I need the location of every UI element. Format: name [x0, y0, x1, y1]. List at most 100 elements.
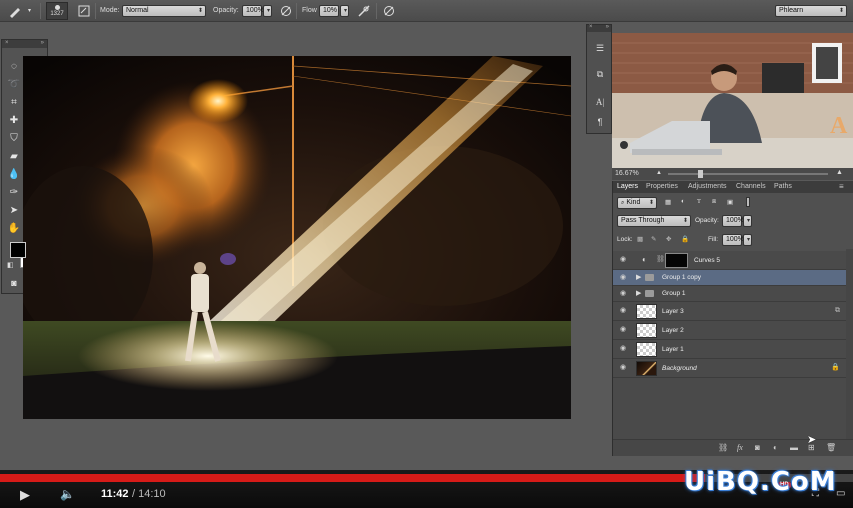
flow-dropdown[interactable]: ▾ — [340, 5, 349, 17]
tab-channels[interactable]: Channels — [736, 181, 766, 193]
visibility-eye-icon[interactable]: ◉ — [620, 290, 629, 298]
healing-brush-tool-icon[interactable]: ✚ — [7, 114, 21, 128]
visibility-eye-icon[interactable]: ◉ — [620, 326, 629, 334]
layer-thumbnail[interactable] — [636, 323, 657, 338]
new-group-icon[interactable]: ▬ — [790, 443, 798, 452]
layer-name[interactable]: Group 1 — [662, 286, 686, 302]
layer-name[interactable]: Layer 2 — [662, 321, 684, 340]
airbrush-icon[interactable] — [358, 0, 370, 22]
layer-row-layer-2[interactable]: ◉ Layer 2 — [613, 321, 846, 340]
layer-name[interactable]: Group 1 copy — [662, 270, 701, 286]
tool-preset-arrow[interactable]: ▾ — [28, 0, 31, 22]
layer-row-group-1-copy[interactable]: ◉ ▶ Group 1 copy — [613, 270, 846, 286]
add-mask-icon[interactable]: ◙ — [755, 443, 760, 452]
lock-all-icon[interactable]: 🔒 — [681, 235, 689, 243]
panel-menu-icon[interactable]: ≡ — [839, 181, 844, 193]
delete-layer-icon[interactable]: 🗑 — [826, 443, 836, 452]
lasso-tool-icon[interactable]: ➰ — [7, 78, 21, 92]
paragraph-panel-icon[interactable]: ¶ — [593, 115, 607, 129]
clone-source-icon[interactable]: ⧉ — [593, 67, 607, 81]
collapse-icon[interactable]: » — [41, 40, 44, 46]
layer-name[interactable]: Background — [662, 359, 697, 378]
default-colors-icon[interactable]: ◧ — [7, 261, 14, 269]
hand-tool-icon[interactable]: ✋ — [7, 222, 21, 236]
layer-row-background[interactable]: ◉ Background 🔒 — [613, 359, 846, 378]
zoom-level[interactable]: 16.67% — [615, 170, 639, 177]
fill-dropdown[interactable]: ▾ — [743, 234, 752, 246]
disclosure-triangle-icon[interactable]: ▶ — [636, 273, 641, 281]
filter-adjustment-icon[interactable]: ◐ — [681, 198, 685, 205]
character-panel-icon[interactable]: A| — [593, 95, 607, 109]
link-layers-icon[interactable]: ⛓ — [718, 443, 728, 452]
brush-preset-picker[interactable]: 1327 — [46, 2, 68, 20]
play-button[interactable]: ▶ — [20, 487, 30, 503]
blend-mode-select[interactable]: Pass Through ⬍ — [617, 215, 691, 227]
opacity-dropdown[interactable]: ▾ — [263, 5, 272, 17]
filter-shape-icon[interactable]: ⧈ — [712, 198, 716, 206]
close-icon[interactable]: × — [5, 40, 9, 46]
layer-thumbnail[interactable] — [636, 342, 657, 357]
tool-presets-icon[interactable]: ☰ — [593, 41, 607, 55]
dock-header[interactable]: × » — [587, 24, 611, 32]
lock-position-icon[interactable]: ✥ — [666, 235, 671, 243]
layer-style-fx-icon[interactable]: fx — [737, 443, 743, 452]
document-canvas[interactable] — [23, 56, 571, 419]
brush-tool-icon[interactable] — [8, 0, 22, 22]
zoom-out-icon[interactable]: ▲ — [656, 170, 662, 176]
disclosure-triangle-icon[interactable]: ▶ — [636, 289, 641, 297]
workspace-switcher[interactable]: Phlearn ⬍ — [775, 5, 847, 17]
tab-layers[interactable]: Layers — [617, 181, 638, 193]
marquee-tool-icon[interactable]: ◌ — [7, 60, 21, 74]
layer-name[interactable]: Curves 5 — [694, 251, 720, 270]
visibility-eye-icon[interactable]: ◉ — [620, 307, 629, 315]
lock-transparency-icon[interactable]: ▩ — [637, 235, 643, 243]
mode-select[interactable]: Normal ⬍ — [122, 5, 206, 17]
tab-adjustments[interactable]: Adjustments — [688, 181, 727, 193]
visibility-eye-icon[interactable]: ◉ — [620, 274, 629, 282]
close-icon[interactable]: × — [589, 24, 593, 30]
background-thumbnail[interactable] — [636, 361, 657, 376]
visibility-eye-icon[interactable]: ◉ — [620, 364, 629, 372]
lock-pixels-icon[interactable]: ✎ — [651, 235, 656, 243]
filter-type-icon[interactable]: T — [697, 198, 701, 205]
expand-icon[interactable]: ▭ — [836, 488, 845, 499]
visibility-eye-icon[interactable]: ◉ — [620, 345, 629, 353]
link-icon[interactable]: ⛓ — [656, 255, 665, 263]
layer-opacity-dropdown[interactable]: ▾ — [743, 215, 752, 227]
pressure-size-icon[interactable] — [383, 0, 395, 22]
layer-mask-thumbnail[interactable] — [665, 253, 688, 268]
blur-tool-icon[interactable]: 💧 — [7, 168, 21, 182]
eraser-tool-icon[interactable]: ▰ — [7, 150, 21, 164]
zoom-slider[interactable] — [668, 170, 828, 178]
layer-row-group-1[interactable]: ◉ ▶ Group 1 — [613, 286, 846, 302]
visibility-eye-icon[interactable]: ◉ — [620, 256, 629, 264]
layers-scrollbar[interactable] — [846, 249, 853, 439]
new-adjustment-icon[interactable]: ◐ — [773, 443, 778, 452]
tab-paths[interactable]: Paths — [774, 181, 792, 193]
zoom-slider-thumb[interactable] — [698, 170, 703, 178]
flow-input[interactable]: 10% — [319, 5, 339, 17]
tools-panel-header[interactable]: × » — [2, 40, 47, 48]
layer-name[interactable]: Layer 3 — [662, 302, 684, 321]
brush-panel-toggle-icon[interactable] — [78, 0, 90, 22]
crop-tool-icon[interactable]: ⌗ — [7, 96, 21, 110]
volume-icon[interactable]: 🔈 — [60, 487, 75, 501]
opacity-input[interactable]: 100% — [242, 5, 264, 17]
filter-smart-object-icon[interactable]: ▣ — [727, 198, 733, 206]
fill-input[interactable]: 100% — [722, 234, 744, 246]
foreground-color-swatch[interactable] — [10, 242, 26, 258]
pen-tool-icon[interactable]: ✑ — [7, 186, 21, 200]
zoom-in-icon[interactable]: ▲ — [836, 169, 843, 176]
layer-name[interactable]: Layer 1 — [662, 340, 684, 359]
filter-toggle-switch[interactable] — [746, 197, 750, 207]
layer-thumbnail[interactable] — [636, 304, 657, 319]
layer-row-layer-1[interactable]: ◉ Layer 1 — [613, 340, 846, 359]
layer-row-layer-3[interactable]: ◉ Layer 3 ⧉ — [613, 302, 846, 321]
collapse-icon[interactable]: » — [606, 24, 609, 30]
quick-mask-icon[interactable]: ◙ — [7, 276, 21, 290]
filter-kind-select[interactable]: ⌕ Kind ⬍ — [617, 197, 657, 209]
layer-row-curves-5[interactable]: ◉ ◐ ⛓ Curves 5 — [613, 251, 846, 270]
layer-opacity-input[interactable]: 100% — [722, 215, 744, 227]
pressure-opacity-icon[interactable] — [280, 0, 292, 22]
clone-stamp-tool-icon[interactable]: ⛉ — [7, 132, 21, 146]
